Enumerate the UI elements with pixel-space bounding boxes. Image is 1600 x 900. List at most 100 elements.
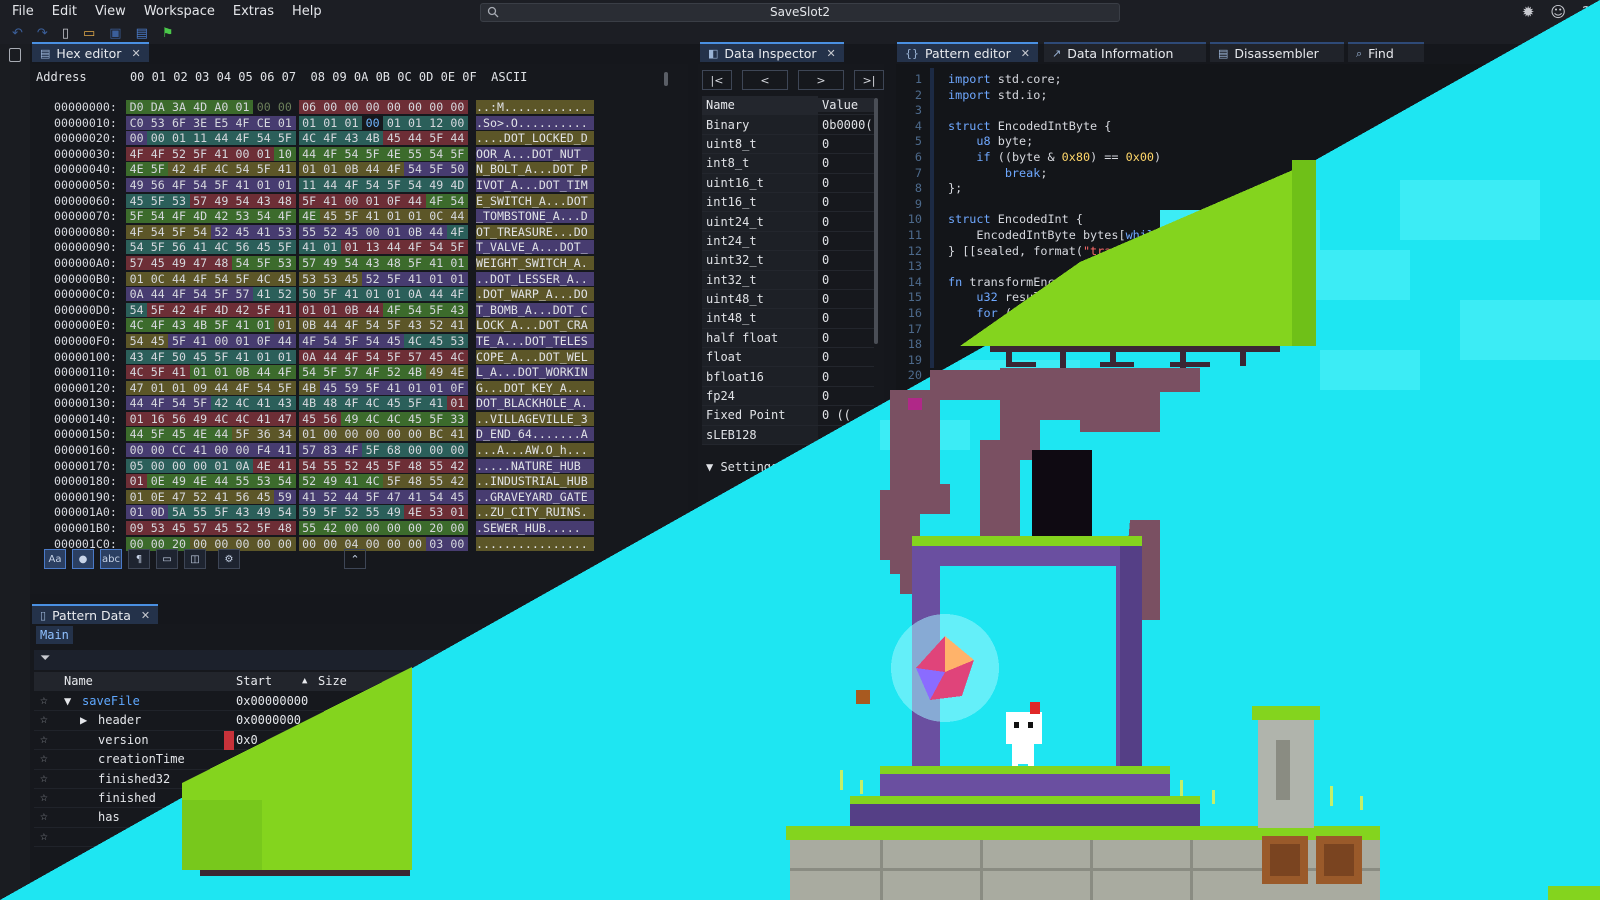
hex-byte[interactable]: 54 [404,162,426,177]
hex-byte[interactable]: 47 [168,489,190,504]
hex-byte[interactable]: 4E [189,474,211,489]
hex-byte[interactable]: 01 [231,333,254,348]
hex-byte[interactable]: 00 [147,443,169,458]
hex-bytes[interactable]: 01 0E 47 52 41 56 45 59 41 52 44 5F 47 41 54 45 [126,489,468,504]
hex-byte[interactable]: 01 [126,474,148,489]
hex-byte[interactable]: 00 [340,100,363,114]
hex-byte[interactable]: 54 [253,209,275,224]
hex-byte[interactable]: 55 [189,505,211,520]
hex-byte[interactable]: 00 [425,443,447,458]
inspector-row[interactable]: half float 0 [702,328,874,349]
hex-byte[interactable]: 57 [189,521,211,536]
hex-byte[interactable]: 45 [362,458,384,473]
hex-byte[interactable]: 0F [383,193,405,208]
tab-find[interactable]: ⌕ Find [1348,42,1424,62]
hex-byte[interactable]: 5F [147,162,169,177]
save-as-icon[interactable]: ▤ [136,26,148,42]
hex-byte[interactable]: 5F [147,240,169,255]
hex-byte[interactable]: 5F [189,396,211,411]
hex-byte[interactable]: 49 [425,365,447,380]
hex-byte[interactable]: F4 [253,443,275,458]
hex-byte[interactable]: 41 [231,318,254,333]
hex-byte[interactable]: 54 [168,396,190,411]
hex-byte[interactable]: 00 [147,458,169,473]
hex-byte[interactable]: 52 [298,474,320,489]
hex-byte[interactable]: 4C [210,411,232,426]
hex-byte[interactable]: 5F [383,177,405,192]
hex-byte[interactable]: 43 [362,255,384,270]
hex-bytes[interactable]: 4F 4F 52 5F 41 00 01 10 44 4F 54 5F 4E 55 54 5F [126,146,468,161]
hex-byte[interactable]: D0 [126,100,148,114]
hex-byte[interactable]: 00 [319,536,341,551]
hex-byte[interactable]: 41 [404,489,426,504]
hex-byte[interactable]: 49 [126,177,148,192]
hex-byte[interactable]: 49 [253,505,275,520]
hex-byte[interactable]: 00 [383,100,405,114]
hex-byte[interactable]: 00 [231,146,254,161]
inspector-value[interactable]: 0 [818,234,874,248]
hex-byte[interactable]: 54 [274,474,296,489]
next-button[interactable]: > [798,70,844,90]
hex-byte[interactable]: 49 [168,255,190,270]
hex-byte[interactable]: 4B [404,365,426,380]
hex-byte[interactable]: 44 [425,287,447,302]
hex-byte[interactable]: 4F [383,302,405,317]
hex-byte[interactable]: 00 [340,427,363,442]
hex-byte[interactable]: 55 [298,224,320,239]
hex-byte[interactable]: 44 [210,427,232,442]
hex-byte[interactable]: 54 [253,380,275,395]
inspector-row[interactable]: sLEB128 [702,425,874,446]
hex-byte[interactable]: 01 [298,162,320,177]
hex-byte[interactable]: 53 [147,521,169,536]
menu-view[interactable]: View [86,0,135,24]
hex-byte[interactable]: 09 [126,521,148,536]
hex-bytes[interactable]: 00 00 CC 41 00 00 F4 41 57 83 4F 5F 68 00 00 00 [126,443,468,458]
hex-byte[interactable]: 5F [231,271,254,286]
hex-byte[interactable]: 00 [362,116,383,130]
hex-byte[interactable]: 47 [274,411,296,426]
inspector-value[interactable]: 0 [818,273,874,287]
hex-byte[interactable]: 55 [319,458,341,473]
hex-byte[interactable]: 41 [253,396,275,411]
hex-byte[interactable]: 42 [210,209,232,224]
hex-byte[interactable]: 4F [231,115,254,130]
hex-byte[interactable]: 00 [340,521,363,536]
hex-byte[interactable]: 00 [319,427,341,442]
hex-byte[interactable]: 49 [340,411,363,426]
hex-byte[interactable]: 0C [425,209,447,224]
hex-byte[interactable]: 44 [425,224,447,239]
hex-byte[interactable]: 01 [425,271,447,286]
hex-byte[interactable]: 4C [210,240,232,255]
hex-byte[interactable]: 45 [147,255,169,270]
hex-byte[interactable]: 00 [210,443,232,458]
hex-byte[interactable]: 0E [147,474,169,489]
hex-byte[interactable]: 44 [340,489,363,504]
hex-byte[interactable]: 5F [210,349,232,364]
hex-byte[interactable]: 44 [253,365,275,380]
hex-byte[interactable]: 45 [383,396,405,411]
inspector-row[interactable]: uint24_t 0 [702,212,874,232]
hex-byte[interactable]: 55 [298,521,320,536]
hex-byte[interactable]: 43 [340,131,363,146]
tab-pattern-editor[interactable]: {} Pattern editor ✕ [897,42,1038,62]
hex-byte[interactable]: 5F [210,287,232,302]
hex-byte[interactable]: 5F [383,474,405,489]
hex-byte[interactable]: 45 [168,427,190,442]
hex-byte[interactable]: 45 [383,333,405,348]
hex-byte[interactable]: 00 [362,100,384,114]
hex-byte[interactable]: 54 [404,302,426,317]
hex-byte[interactable]: 4E [189,427,211,442]
hex-byte[interactable]: 56 [168,411,190,426]
hex-byte[interactable]: 4E [404,505,426,520]
hex-byte[interactable]: 01 [126,271,148,286]
hex-byte[interactable]: 01 [362,287,384,302]
hex-byte[interactable]: 4F [319,131,341,146]
hex-byte[interactable]: 4F [147,146,169,161]
hex-byte[interactable]: 45 [147,333,169,348]
hex-byte[interactable]: 41 [210,146,232,161]
hex-byte[interactable]: 00 [425,100,447,114]
first-button[interactable]: |< [702,70,732,90]
hex-byte[interactable]: 45 [404,411,426,426]
hex-byte[interactable]: 4C [231,411,254,426]
hex-byte[interactable]: 54 [210,271,232,286]
